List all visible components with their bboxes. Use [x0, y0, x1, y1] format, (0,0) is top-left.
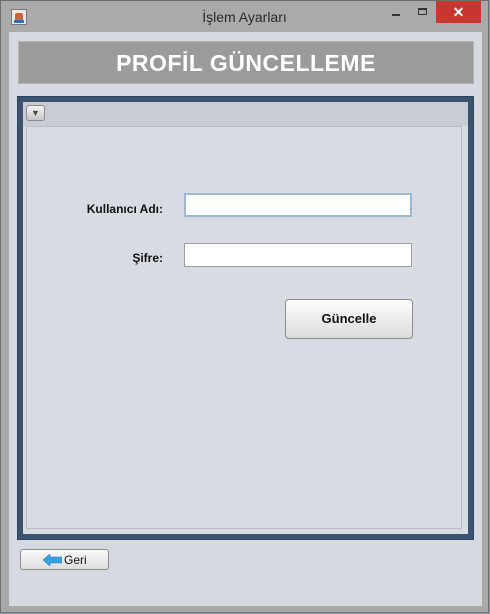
title-bar[interactable]: İşlem Ayarları ✕: [1, 1, 488, 32]
username-field[interactable]: [184, 193, 412, 217]
page-title: PROFİL GÜNCELLEME: [116, 50, 376, 76]
close-icon[interactable]: ✕: [436, 1, 481, 23]
form-panel: Kullanıcı Adı: Şifre: Güncelle: [26, 126, 462, 529]
chevron-down-icon[interactable]: ▼: [26, 105, 45, 121]
collapse-strip: ▼: [23, 102, 468, 126]
maximize-icon[interactable]: [409, 1, 436, 23]
username-label: Kullanıcı Adı:: [86, 202, 163, 216]
password-label: Şifre:: [132, 251, 163, 265]
minimize-icon[interactable]: [382, 1, 409, 23]
content-pane: PROFİL GÜNCELLEME ▼ Kullanıcı Adı: Şifre…: [9, 32, 482, 606]
form-frame-inner: ▼ Kullanıcı Adı: Şifre: Güncelle: [23, 102, 468, 534]
update-button[interactable]: Güncelle: [285, 299, 413, 339]
header-banner: PROFİL GÜNCELLEME: [18, 41, 474, 84]
form-frame: ▼ Kullanıcı Adı: Şifre: Güncelle: [17, 96, 474, 540]
arrow-left-icon: [43, 554, 62, 566]
password-field[interactable]: [184, 243, 412, 267]
app-window: İşlem Ayarları ✕ PROFİL GÜNCELLEME ▼ Kul…: [0, 0, 489, 613]
back-button-label: Geri: [64, 553, 87, 567]
back-button[interactable]: Geri: [20, 549, 109, 570]
